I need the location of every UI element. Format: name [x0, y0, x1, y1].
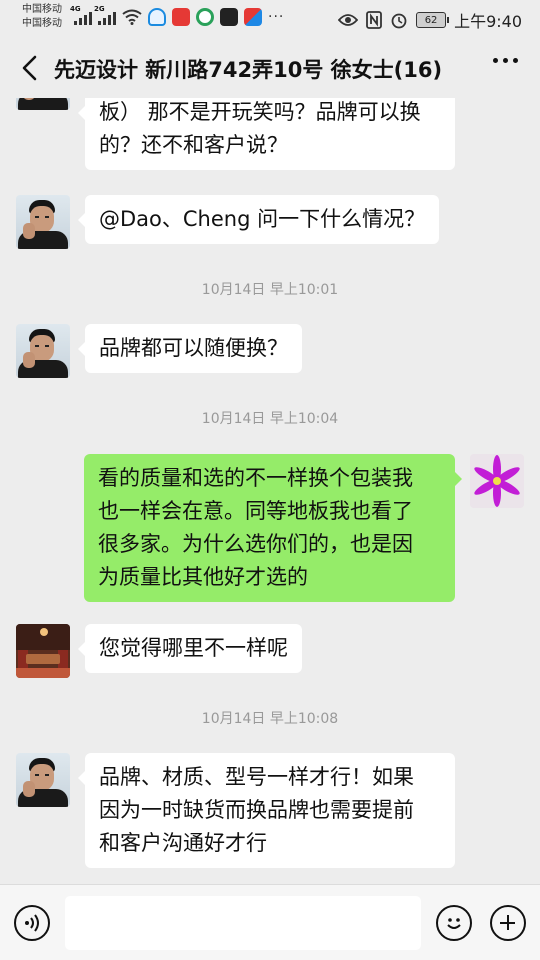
status-bar: 中国移动 中国移动 4G 2G ··· 62 上午9:40: [0, 0, 540, 38]
net-type-1: 4G: [70, 5, 81, 13]
message-bubble[interactable]: 品牌都可以随便换？: [78, 324, 302, 373]
man-avatar[interactable]: [16, 324, 70, 378]
message-line: 因为一时缺货而换品牌也需要提前: [99, 798, 414, 822]
message-bubble[interactable]: 品牌、材质、型号一样才行！如果 因为一时缺货而换品牌也需要提前 和客户沟通好才行: [78, 753, 455, 868]
message-line: 您觉得哪里不一样呢: [99, 636, 288, 660]
emoji-button[interactable]: [436, 905, 472, 941]
plus-button[interactable]: [490, 905, 526, 941]
message-list[interactable]: 板） 那不是开玩笑吗？品牌可以换 的？还不和客户说？ @Dao、Cheng 问一…: [0, 98, 540, 884]
weibo-app-icon: [196, 8, 214, 26]
flower-avatar[interactable]: [470, 454, 524, 508]
more-dots-icon: [493, 58, 498, 63]
more-notifications-icon: ···: [268, 9, 285, 25]
input-bar: [0, 884, 540, 960]
chat-title: 先迈设计 新川路742弄10号 徐女士(16): [54, 58, 443, 82]
dark-app-icon: [220, 8, 238, 26]
message-line: 为质量比其他好才选的: [98, 565, 308, 589]
message-bubble[interactable]: 您觉得哪里不一样呢: [78, 624, 302, 673]
message-line: 品牌都可以随便换？: [99, 336, 288, 360]
back-arrow-icon: [22, 55, 37, 81]
wifi-icon: [122, 9, 142, 25]
message-line: 很多家。为什么选你们的，也是因: [98, 532, 413, 556]
status-time: 上午9:40: [454, 12, 522, 31]
headset-app-icon: [148, 8, 166, 26]
nfc-icon: [366, 11, 382, 29]
man-avatar[interactable]: [16, 98, 70, 110]
message-line: 看的质量和选的不一样换个包装我: [98, 466, 413, 490]
back-button[interactable]: [14, 52, 46, 84]
message-line: 板） 那不是开玩笑吗？品牌可以换: [99, 100, 421, 124]
red-app-icon: [172, 8, 190, 26]
timestamp: 10月14日 早上10:04: [201, 411, 339, 427]
message-input[interactable]: [65, 896, 421, 950]
room-avatar[interactable]: [16, 624, 70, 678]
chat-header: 先迈设计 新川路742弄10号 徐女士(16): [0, 38, 540, 98]
message-line: 也一样会在意。同等地板我也看了: [98, 499, 413, 523]
signal-2-icon: 2G: [94, 5, 116, 25]
carrier-1: 中国移动: [22, 4, 62, 15]
message-line: @Dao、Cheng 问一下什么情况？: [99, 207, 426, 231]
video-app-icon: [244, 8, 262, 26]
man-avatar[interactable]: [16, 195, 70, 249]
voice-button[interactable]: [14, 905, 50, 941]
battery-level: 62: [424, 14, 438, 26]
flower-image: [470, 454, 524, 508]
status-left-icons: 4G 2G ···: [70, 5, 285, 26]
more-button[interactable]: [493, 58, 518, 63]
status-right: 62 上午9:40: [338, 8, 522, 32]
carrier-labels: 中国移动 中国移动: [22, 3, 62, 31]
emoji-icon: [447, 918, 461, 929]
net-type-2: 2G: [94, 5, 105, 13]
battery-icon: 62: [416, 12, 450, 28]
alarm-icon: [391, 13, 407, 29]
message-bubble[interactable]: 板） 那不是开玩笑吗？品牌可以换 的？还不和客户说？: [78, 98, 455, 170]
message-line: 品牌、材质、型号一样才行！如果: [99, 765, 414, 789]
timestamp: 10月14日 早上10:08: [201, 711, 339, 727]
message-bubble[interactable]: @Dao、Cheng 问一下什么情况？: [77, 195, 440, 244]
signal-1-icon: 4G: [70, 5, 92, 25]
voice-icon: [25, 914, 39, 932]
man-avatar[interactable]: [16, 753, 70, 807]
message-line: 的？还不和客户说？: [99, 133, 288, 157]
message-line: 和客户沟通好才行: [99, 831, 267, 855]
message-bubble-self[interactable]: 看的质量和选的不一样换个包装我 也一样会在意。同等地板我也看了 很多家。为什么选…: [84, 454, 462, 602]
eye-icon: [338, 14, 359, 26]
carrier-2: 中国移动: [22, 18, 62, 29]
timestamp: 10月14日 早上10:01: [201, 282, 339, 298]
